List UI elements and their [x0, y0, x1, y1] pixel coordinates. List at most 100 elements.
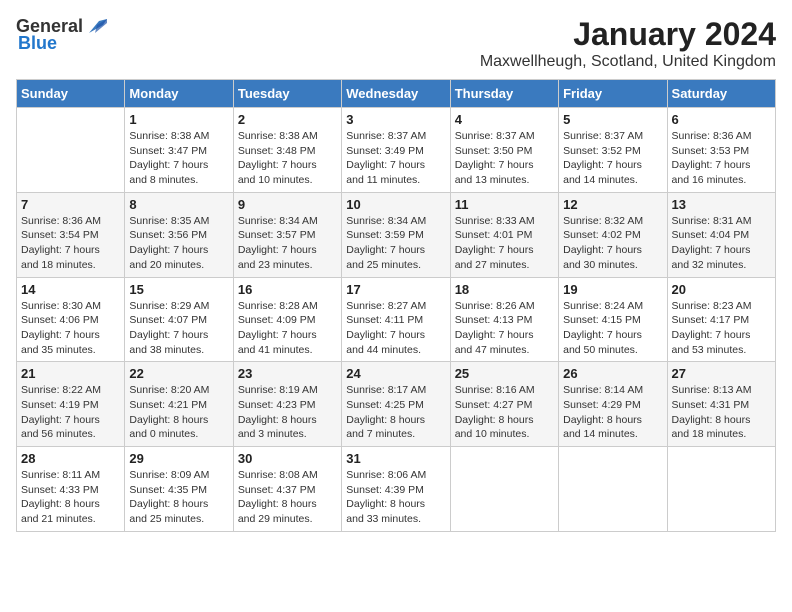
day-number: 22 [129, 366, 228, 381]
calendar-cell: 12Sunrise: 8:32 AMSunset: 4:02 PMDayligh… [559, 192, 667, 277]
cell-content: Sunrise: 8:23 AMSunset: 4:17 PMDaylight:… [672, 299, 771, 358]
calendar-table: SundayMondayTuesdayWednesdayThursdayFrid… [16, 79, 776, 532]
calendar-cell [17, 108, 125, 193]
day-number: 24 [346, 366, 445, 381]
day-number: 11 [455, 197, 554, 212]
day-number: 14 [21, 282, 120, 297]
day-number: 18 [455, 282, 554, 297]
cell-content: Sunrise: 8:28 AMSunset: 4:09 PMDaylight:… [238, 299, 337, 358]
calendar-cell: 21 Sunrise: 8:22 AMSunset: 4:19 PMDayligh… [17, 362, 125, 447]
calendar-cell: 18 Sunrise: 8:26 AMSunset: 4:13 PMDayligh… [450, 277, 558, 362]
day-number: 28 [21, 451, 120, 466]
calendar-cell: 11 Sunrise: 8:33 AMSunset: 4:01 PMDayligh… [450, 192, 558, 277]
cell-content: Sunrise: 8:20 AMSunset: 4:21 PMDaylight:… [129, 383, 228, 442]
calendar-cell: 29 Sunrise: 8:09 AMSunset: 4:35 PMDayligh… [125, 447, 233, 532]
day-number: 21 [21, 366, 120, 381]
day-number: 16 [238, 282, 337, 297]
cell-content: Sunrise: 8:35 AMSunset: 3:56 PMDaylight:… [129, 214, 228, 273]
calendar-cell: 4 Sunrise: 8:37 AMSunset: 3:50 PMDaylight… [450, 108, 558, 193]
day-number: 27 [672, 366, 771, 381]
calendar-cell: 23Sunrise: 8:19 AMSunset: 4:23 PMDayligh… [233, 362, 341, 447]
logo-blue: Blue [18, 33, 57, 54]
cell-content: Sunrise: 8:22 AMSunset: 4:19 PMDaylight:… [21, 383, 120, 442]
calendar-cell: 22 Sunrise: 8:20 AMSunset: 4:21 PMDayligh… [125, 362, 233, 447]
cell-content: Sunrise: 8:31 AMSunset: 4:04 PMDaylight:… [672, 214, 771, 273]
cell-content: Sunrise: 8:34 AMSunset: 3:57 PMDaylight:… [238, 214, 337, 273]
day-number: 20 [672, 282, 771, 297]
day-number: 2 [238, 112, 337, 127]
calendar-cell: 2 Sunrise: 8:38 AMSunset: 3:48 PMDaylight… [233, 108, 341, 193]
day-number: 7 [21, 197, 120, 212]
day-number: 30 [238, 451, 337, 466]
calendar-cell: 26Sunrise: 8:14 AMSunset: 4:29 PMDayligh… [559, 362, 667, 447]
cell-content: Sunrise: 8:26 AMSunset: 4:13 PMDaylight:… [455, 299, 554, 358]
day-number: 1 [129, 112, 228, 127]
calendar-cell [667, 447, 775, 532]
cell-content: Sunrise: 8:37 AMSunset: 3:49 PMDaylight:… [346, 129, 445, 188]
day-number: 25 [455, 366, 554, 381]
cell-content: Sunrise: 8:32 AMSunset: 4:02 PMDaylight:… [563, 214, 662, 273]
day-number: 17 [346, 282, 445, 297]
calendar-cell: 3 Sunrise: 8:37 AMSunset: 3:49 PMDaylight… [342, 108, 450, 193]
logo: General Blue [16, 16, 107, 54]
calendar-header-thursday: Thursday [450, 80, 558, 108]
logo-icon [85, 15, 107, 37]
calendar-header-tuesday: Tuesday [233, 80, 341, 108]
calendar-cell: 13 Sunrise: 8:31 AMSunset: 4:04 PMDayligh… [667, 192, 775, 277]
calendar-header-wednesday: Wednesday [342, 80, 450, 108]
cell-content: Sunrise: 8:36 AMSunset: 3:53 PMDaylight:… [672, 129, 771, 188]
day-number: 5 [563, 112, 662, 127]
cell-content: Sunrise: 8:09 AMSunset: 4:35 PMDaylight:… [129, 468, 228, 527]
cell-content: Sunrise: 8:38 AMSunset: 3:48 PMDaylight:… [238, 129, 337, 188]
calendar-cell: 9 Sunrise: 8:34 AMSunset: 3:57 PMDaylight… [233, 192, 341, 277]
calendar-week-row: 21 Sunrise: 8:22 AMSunset: 4:19 PMDayligh… [17, 362, 776, 447]
cell-content: Sunrise: 8:16 AMSunset: 4:27 PMDaylight:… [455, 383, 554, 442]
day-number: 6 [672, 112, 771, 127]
cell-content: Sunrise: 8:08 AMSunset: 4:37 PMDaylight:… [238, 468, 337, 527]
cell-content: Sunrise: 8:37 AMSunset: 3:52 PMDaylight:… [563, 129, 662, 188]
month-title: January 2024 [480, 16, 776, 53]
day-number: 8 [129, 197, 228, 212]
cell-content: Sunrise: 8:27 AMSunset: 4:11 PMDaylight:… [346, 299, 445, 358]
calendar-cell: 14 Sunrise: 8:30 AMSunset: 4:06 PMDayligh… [17, 277, 125, 362]
calendar-cell [450, 447, 558, 532]
calendar-week-row: 7 Sunrise: 8:36 AMSunset: 3:54 PMDaylight… [17, 192, 776, 277]
day-number: 19 [563, 282, 662, 297]
calendar-header-saturday: Saturday [667, 80, 775, 108]
calendar-header-friday: Friday [559, 80, 667, 108]
day-number: 29 [129, 451, 228, 466]
day-number: 9 [238, 197, 337, 212]
calendar-week-row: 1Sunrise: 8:38 AMSunset: 3:47 PMDaylight… [17, 108, 776, 193]
calendar-cell: 28 Sunrise: 8:11 AMSunset: 4:33 PMDayligh… [17, 447, 125, 532]
cell-content: Sunrise: 8:11 AMSunset: 4:33 PMDaylight:… [21, 468, 120, 527]
calendar-cell: 6 Sunrise: 8:36 AMSunset: 3:53 PMDaylight… [667, 108, 775, 193]
calendar-header-monday: Monday [125, 80, 233, 108]
calendar-cell: 10Sunrise: 8:34 AMSunset: 3:59 PMDayligh… [342, 192, 450, 277]
cell-content: Sunrise: 8:37 AMSunset: 3:50 PMDaylight:… [455, 129, 554, 188]
calendar-cell: 25 Sunrise: 8:16 AMSunset: 4:27 PMDayligh… [450, 362, 558, 447]
day-number: 13 [672, 197, 771, 212]
calendar-cell: 20 Sunrise: 8:23 AMSunset: 4:17 PMDayligh… [667, 277, 775, 362]
day-number: 4 [455, 112, 554, 127]
day-number: 31 [346, 451, 445, 466]
day-number: 15 [129, 282, 228, 297]
day-number: 10 [346, 197, 445, 212]
calendar-cell: 19Sunrise: 8:24 AMSunset: 4:15 PMDayligh… [559, 277, 667, 362]
day-number: 3 [346, 112, 445, 127]
calendar-cell: 27 Sunrise: 8:13 AMSunset: 4:31 PMDayligh… [667, 362, 775, 447]
calendar-header-sunday: Sunday [17, 80, 125, 108]
day-number: 23 [238, 366, 337, 381]
location-title: Maxwellheugh, Scotland, United Kingdom [480, 53, 776, 71]
cell-content: Sunrise: 8:30 AMSunset: 4:06 PMDaylight:… [21, 299, 120, 358]
cell-content: Sunrise: 8:33 AMSunset: 4:01 PMDaylight:… [455, 214, 554, 273]
calendar-cell: 5 Sunrise: 8:37 AMSunset: 3:52 PMDaylight… [559, 108, 667, 193]
cell-content: Sunrise: 8:36 AMSunset: 3:54 PMDaylight:… [21, 214, 120, 273]
calendar-header-row: SundayMondayTuesdayWednesdayThursdayFrid… [17, 80, 776, 108]
calendar-cell: 15Sunrise: 8:29 AMSunset: 4:07 PMDayligh… [125, 277, 233, 362]
calendar-cell: 7 Sunrise: 8:36 AMSunset: 3:54 PMDaylight… [17, 192, 125, 277]
calendar-cell: 31Sunrise: 8:06 AMSunset: 4:39 PMDayligh… [342, 447, 450, 532]
cell-content: Sunrise: 8:13 AMSunset: 4:31 PMDaylight:… [672, 383, 771, 442]
title-block: January 2024 Maxwellheugh, Scotland, Uni… [480, 16, 776, 71]
calendar-cell [559, 447, 667, 532]
cell-content: Sunrise: 8:14 AMSunset: 4:29 PMDaylight:… [563, 383, 662, 442]
